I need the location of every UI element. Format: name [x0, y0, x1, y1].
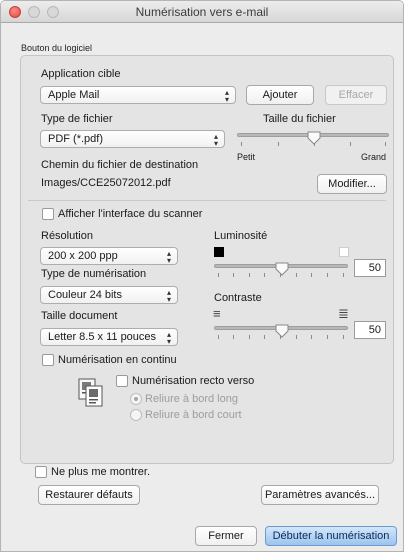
continuous-scan-checkbox[interactable]	[42, 354, 54, 366]
slider-tick	[327, 335, 328, 339]
modify-button[interactable]: Modifier...	[317, 174, 387, 194]
contrast-label: Contraste	[214, 292, 262, 304]
file-size-max-label: Grand	[361, 152, 387, 162]
stepper-arrows-icon: ▴ ▾	[166, 288, 171, 304]
target-app-value: Apple Mail	[48, 89, 100, 101]
light-square-icon	[339, 247, 349, 257]
duplex-label: Numérisation recto verso	[132, 375, 255, 387]
document-size-label: Taille document	[41, 310, 118, 322]
slider-tick	[296, 273, 297, 277]
scan-type-label: Type de numérisation	[41, 268, 147, 280]
group-label: Bouton du logiciel	[21, 43, 93, 53]
file-type-select[interactable]: PDF (*.pdf) ▴ ▾	[40, 130, 225, 148]
slider-tick	[311, 273, 312, 277]
divider	[28, 200, 386, 201]
brightness-slider-thumb[interactable]	[275, 262, 289, 276]
scan-type-value: Couleur 24 bits	[48, 289, 122, 301]
long-edge-radio[interactable]	[130, 393, 142, 405]
low-contrast-icon: ≡	[213, 306, 221, 321]
target-app-select[interactable]: Apple Mail ▴ ▾	[40, 86, 236, 104]
duplex-pages-icon	[78, 378, 103, 407]
continuous-scan-label: Numérisation en continu	[58, 354, 177, 366]
file-type-label: Type de fichier	[41, 113, 113, 125]
stepper-arrows-icon: ▴ ▾	[224, 88, 229, 104]
file-size-label: Taille du fichier	[263, 113, 336, 125]
dont-show-label: Ne plus me montrer.	[51, 466, 151, 478]
document-size-select[interactable]: Letter 8.5 x 11 pouces ▴ ▾	[40, 328, 178, 346]
slider-tick	[327, 273, 328, 277]
slider-tick	[233, 335, 234, 339]
high-contrast-icon: ≣	[338, 306, 349, 321]
target-app-label: Application cible	[41, 68, 121, 80]
slider-tick	[385, 142, 386, 146]
slider-tick	[278, 142, 279, 146]
slider-tick	[264, 335, 265, 339]
show-scanner-ui-checkbox[interactable]	[42, 208, 54, 220]
slider-tick	[350, 142, 351, 146]
destination-label: Chemin du fichier de destination	[41, 159, 199, 171]
file-size-slider-thumb[interactable]	[307, 131, 321, 145]
slider-tick	[343, 335, 344, 339]
close-button[interactable]: Fermer	[195, 526, 257, 546]
slider-tick	[233, 273, 234, 277]
contrast-slider-thumb[interactable]	[275, 324, 289, 338]
short-edge-label: Reliure à bord court	[145, 409, 242, 421]
scan-to-email-window: Numérisation vers e-mail Bouton du logic…	[0, 0, 404, 552]
slider-tick	[218, 273, 219, 277]
slider-tick	[343, 273, 344, 277]
add-button[interactable]: Ajouter	[246, 85, 314, 105]
advanced-settings-button[interactable]: Paramètres avancés...	[261, 485, 379, 505]
stepper-arrows-icon: ▴ ▾	[213, 132, 218, 148]
slider-tick	[218, 335, 219, 339]
document-size-value: Letter 8.5 x 11 pouces	[48, 331, 157, 343]
slider-tick	[249, 273, 250, 277]
resolution-label: Résolution	[41, 230, 93, 242]
stepper-arrows-icon: ▴ ▾	[166, 330, 171, 346]
duplex-checkbox[interactable]	[116, 375, 128, 387]
contrast-value-field[interactable]: 50	[354, 321, 386, 339]
long-edge-label: Reliure à bord long	[145, 393, 238, 405]
slider-tick	[249, 335, 250, 339]
brightness-value-field[interactable]: 50	[354, 259, 386, 277]
slider-tick	[241, 142, 242, 146]
short-edge-radio[interactable]	[130, 409, 142, 421]
slider-tick	[264, 273, 265, 277]
file-type-value: PDF (*.pdf)	[48, 133, 104, 145]
dark-square-icon	[214, 247, 224, 257]
remove-button[interactable]: Effacer	[325, 85, 387, 105]
restore-defaults-button[interactable]: Restaurer défauts	[38, 485, 140, 505]
window-title: Numérisation vers e-mail	[135, 5, 269, 19]
file-size-min-label: Petit	[237, 152, 256, 162]
brightness-label: Luminosité	[214, 230, 268, 242]
title-bar: Numérisation vers e-mail	[1, 1, 403, 23]
stepper-arrows-icon: ▴ ▾	[166, 249, 171, 265]
scan-type-select[interactable]: Couleur 24 bits ▴ ▾	[40, 286, 178, 304]
resolution-select[interactable]: 200 x 200 ppp ▴ ▾	[40, 247, 178, 265]
dont-show-checkbox[interactable]	[35, 466, 47, 478]
slider-tick	[311, 335, 312, 339]
show-scanner-ui-label: Afficher l'interface du scanner	[58, 208, 203, 220]
destination-path: Images/CCE25072012.pdf	[41, 177, 171, 189]
resolution-value: 200 x 200 ppp	[48, 250, 118, 262]
slider-tick	[296, 335, 297, 339]
start-scan-button[interactable]: Débuter la numérisation	[265, 526, 397, 546]
